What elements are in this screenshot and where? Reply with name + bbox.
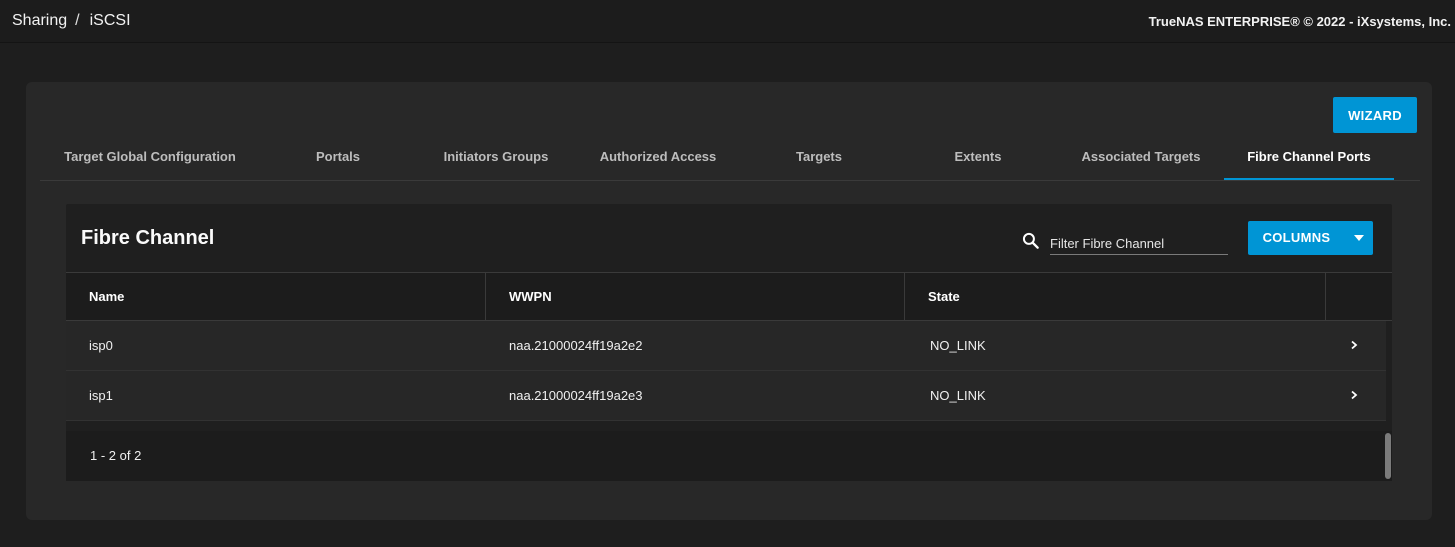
cell-state: NO_LINK [930,388,986,403]
iscsi-card: WIZARD Target Global Configuration Porta… [26,82,1432,520]
scrollbar-thumb[interactable] [1385,433,1391,479]
chevron-right-icon[interactable] [1349,390,1359,400]
tab-bar: Target Global Configuration Portals Init… [40,136,1420,181]
columns-button[interactable]: COLUMNS [1248,221,1373,255]
filter-field [1021,229,1229,255]
search-icon [1022,232,1039,249]
cell-name: isp1 [89,388,113,403]
breadcrumb: Sharing / iSCSI [12,12,131,30]
tab-target-global-configuration[interactable]: Target Global Configuration [40,136,260,180]
column-header-name[interactable]: Name [66,273,486,321]
column-header-wwpn[interactable]: WWPN [486,273,905,321]
columns-button-label: COLUMNS [1262,230,1331,245]
tab-associated-targets[interactable]: Associated Targets [1058,136,1224,180]
cell-wwpn: naa.21000024ff19a2e2 [509,338,643,353]
chevron-right-icon[interactable] [1349,340,1359,350]
tab-targets[interactable]: Targets [740,136,898,180]
tab-authorized-access[interactable]: Authorized Access [576,136,740,180]
cell-wwpn: naa.21000024ff19a2e3 [509,388,643,403]
table-header: Name WWPN State [66,272,1392,321]
table-footer: 1 - 2 of 2 [66,431,1392,481]
fibre-channel-table-card: Fibre Channel COLUMNS Name WWPN State is… [66,204,1392,481]
pagination-range: 1 - 2 of 2 [90,448,142,463]
tab-fibre-channel-ports[interactable]: Fibre Channel Ports [1224,136,1394,180]
caret-down-icon[interactable] [1345,221,1373,255]
copyright-text: TrueNAS ENTERPRISE® © 2022 - iXsystems, … [1148,14,1451,29]
cell-state: NO_LINK [930,338,986,353]
table-title: Fibre Channel [81,227,215,249]
table-row[interactable]: isp1 naa.21000024ff19a2e3 NO_LINK [66,371,1386,421]
breadcrumb-iscsi: iSCSI [89,12,131,29]
table-row[interactable]: isp0 naa.21000024ff19a2e2 NO_LINK [66,321,1386,371]
wizard-button[interactable]: WIZARD [1333,97,1417,133]
tab-portals[interactable]: Portals [260,136,416,180]
tab-extents[interactable]: Extents [898,136,1058,180]
filter-input[interactable] [1050,229,1228,255]
tab-initiators-groups[interactable]: Initiators Groups [416,136,576,180]
column-header-state[interactable]: State [905,273,1326,321]
cell-name: isp0 [89,338,113,353]
top-bar: Sharing / iSCSI TrueNAS ENTERPRISE® © 20… [0,0,1455,43]
breadcrumb-separator: / [75,12,80,29]
breadcrumb-sharing[interactable]: Sharing [12,12,67,30]
